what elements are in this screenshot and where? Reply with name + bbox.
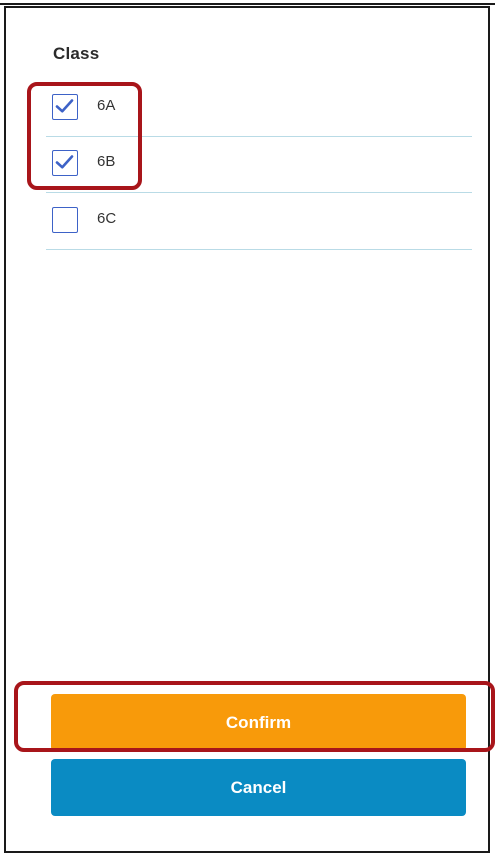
- option-label-6c: 6C: [97, 210, 117, 227]
- confirm-button[interactable]: Confirm: [51, 694, 466, 751]
- option-label-6b: 6B: [97, 153, 116, 170]
- checkbox-6a[interactable]: [52, 94, 78, 120]
- option-label-6a: 6A: [97, 97, 116, 114]
- section-title: Class: [53, 44, 100, 63]
- class-option-6c[interactable]: 6C: [46, 194, 472, 250]
- top-border-line: [0, 3, 495, 5]
- checkmark-icon: [55, 99, 74, 113]
- checkmark-icon: [55, 155, 74, 169]
- checkbox-6b[interactable]: [52, 150, 78, 176]
- class-option-6b[interactable]: 6B: [46, 137, 472, 193]
- class-option-6a[interactable]: 6A: [46, 81, 472, 137]
- cancel-button[interactable]: Cancel: [51, 759, 466, 816]
- checkbox-6c[interactable]: [52, 207, 78, 233]
